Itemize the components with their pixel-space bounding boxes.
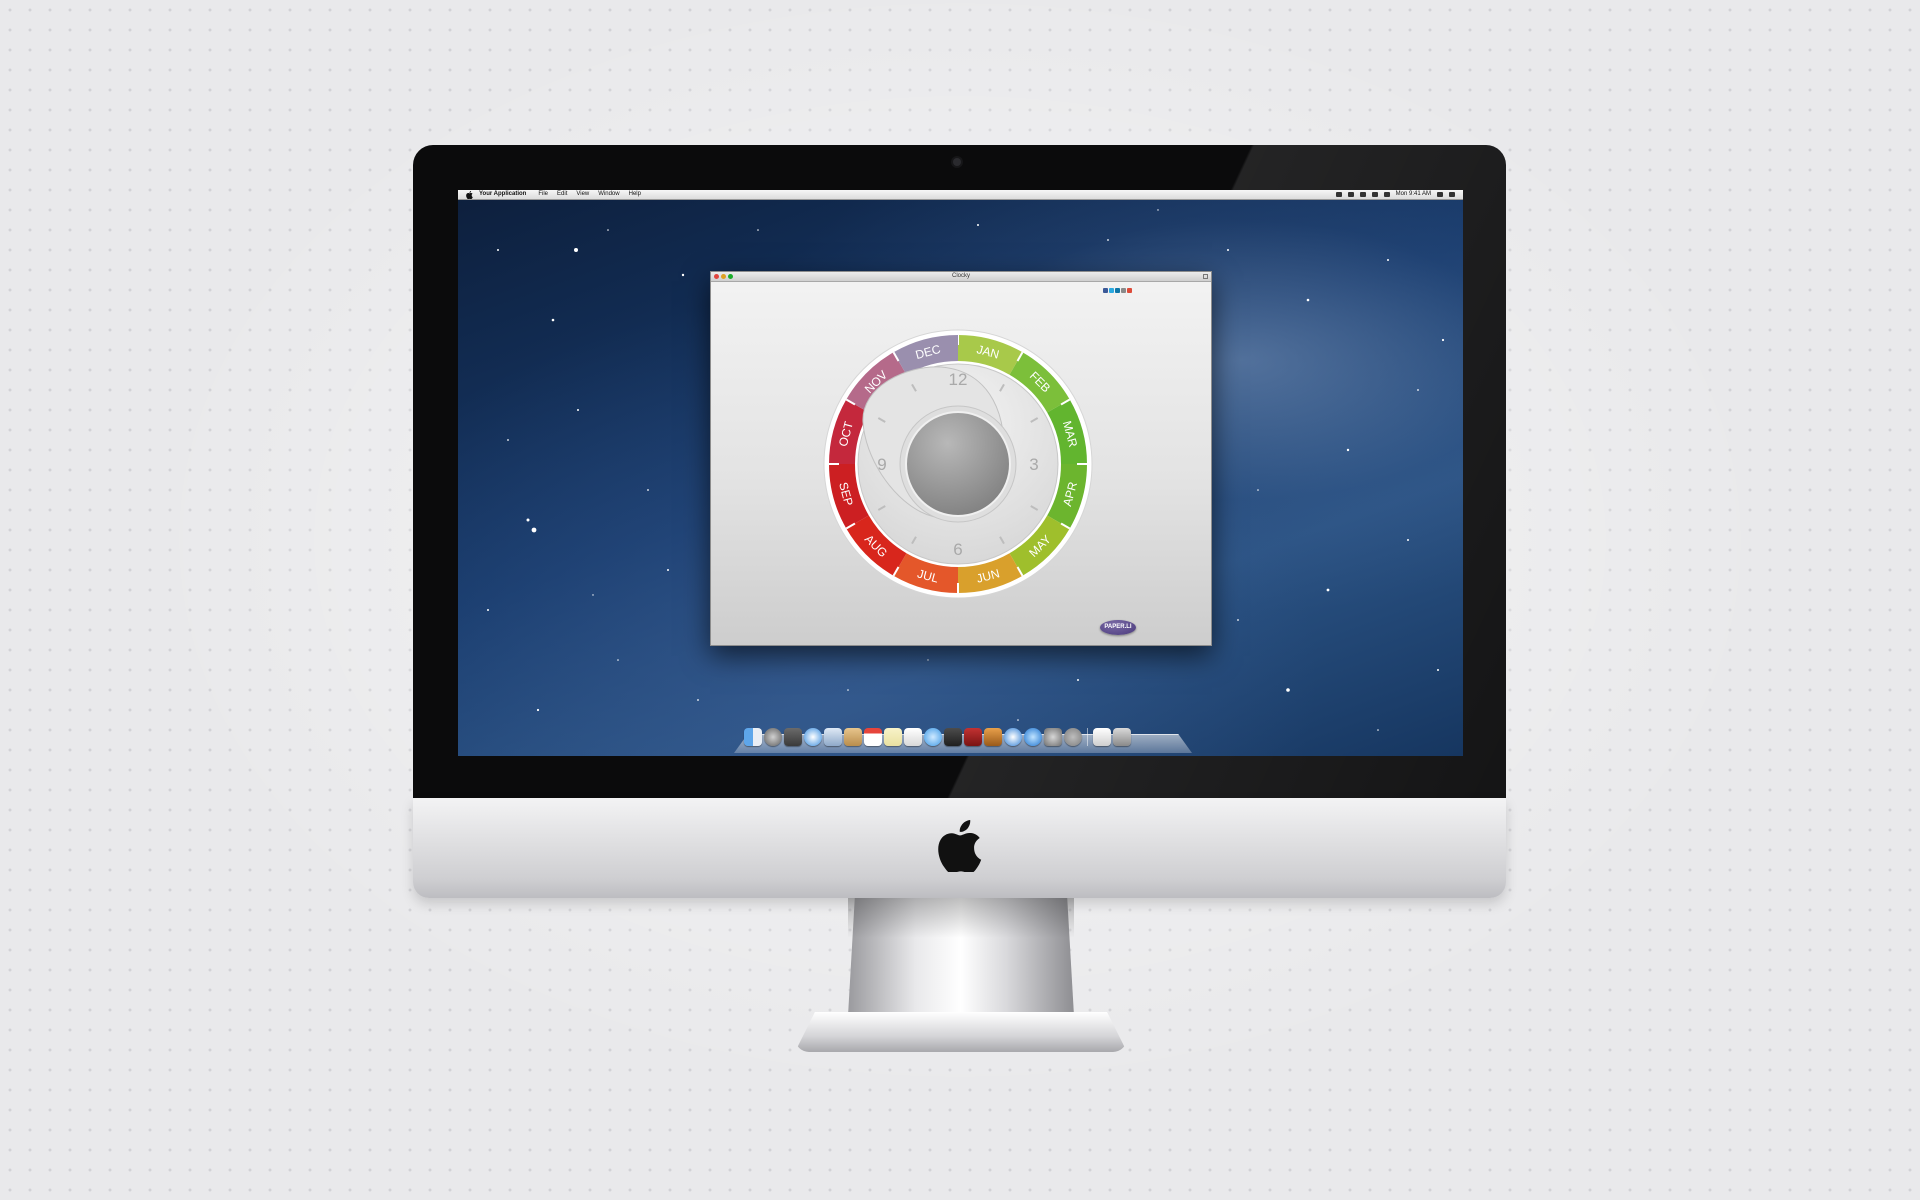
facebook-icon[interactable] — [1103, 288, 1108, 293]
volume-icon[interactable] — [1371, 192, 1378, 197]
hour-label-3: 3 — [1029, 455, 1038, 474]
googleplus-icon[interactable] — [1127, 288, 1132, 293]
wifi-icon[interactable] — [1359, 192, 1366, 197]
itunes-icon[interactable] — [1004, 728, 1022, 746]
document-icon[interactable] — [1093, 728, 1111, 746]
menu-edit[interactable]: Edit — [557, 190, 567, 199]
mission-control-icon[interactable] — [784, 728, 802, 746]
hour-label-12: 12 — [949, 370, 968, 389]
linkedin-icon[interactable] — [1115, 288, 1120, 293]
calendar-icon[interactable] — [864, 728, 882, 746]
notification-center-icon[interactable] — [1449, 192, 1455, 197]
hour-label-6: 6 — [953, 540, 962, 559]
battery-icon[interactable] — [1383, 192, 1390, 197]
menu-app-name[interactable]: Your Application — [479, 190, 526, 199]
menu-help[interactable]: Help — [629, 190, 641, 199]
mail-icon[interactable] — [824, 728, 842, 746]
imac-chin — [413, 798, 1506, 898]
apple-logo-icon — [938, 820, 982, 872]
photo-booth-icon[interactable] — [964, 728, 982, 746]
contacts-icon[interactable] — [844, 728, 862, 746]
time-machine-icon[interactable] — [1335, 192, 1342, 197]
clocky-icon[interactable] — [1064, 728, 1082, 746]
zoom-button[interactable] — [728, 274, 733, 279]
safari-icon[interactable] — [804, 728, 822, 746]
paperli-badge[interactable]: PAPER.LI — [1100, 620, 1136, 635]
app-store-icon[interactable] — [1024, 728, 1042, 746]
apple-menu-icon[interactable] — [466, 190, 473, 199]
minimize-button[interactable] — [721, 274, 726, 279]
trash-icon[interactable] — [1113, 728, 1131, 746]
close-button[interactable] — [714, 274, 719, 279]
messages-icon[interactable] — [924, 728, 942, 746]
window-title: Clocky — [951, 273, 970, 279]
iphoto-icon[interactable] — [984, 728, 1002, 746]
system-preferences-icon[interactable] — [1044, 728, 1062, 746]
dock — [744, 726, 1131, 746]
reminders-icon[interactable] — [904, 728, 922, 746]
hour-label-9: 9 — [877, 455, 886, 474]
notes-icon[interactable] — [884, 728, 902, 746]
finder-icon[interactable] — [744, 728, 762, 746]
facetime-icon[interactable] — [944, 728, 962, 746]
camera-icon — [953, 158, 961, 166]
dock-separator — [1087, 728, 1088, 746]
center-knob[interactable] — [905, 411, 1011, 517]
bluetooth-icon[interactable] — [1347, 192, 1354, 197]
menu-clock[interactable]: Mon 9:41 AM — [1396, 190, 1431, 199]
launchpad-icon[interactable] — [764, 728, 782, 746]
menu-bar: Your Application File Edit View Window H… — [458, 190, 1463, 200]
imac-stand-foot — [795, 1012, 1127, 1052]
menu-view[interactable]: View — [576, 190, 589, 199]
spotlight-icon[interactable] — [1437, 192, 1443, 197]
clocky-window: Clocky 12 3 6 9 JAN FEB MAR APR MAY JUN … — [710, 271, 1212, 646]
stand-shadow — [848, 898, 1074, 938]
twitter-icon[interactable] — [1109, 288, 1114, 293]
fullscreen-icon[interactable] — [1203, 274, 1208, 279]
desktop-screen: Your Application File Edit View Window H… — [458, 190, 1463, 756]
clock-dial[interactable]: 12 3 6 9 JANFEBMARAPRMAYJUNJULAUGSEPOCTN… — [821, 327, 1095, 601]
status-menus: Mon 9:41 AM — [1335, 190, 1463, 199]
menu-file[interactable]: File — [538, 190, 548, 199]
menu-window[interactable]: Window — [598, 190, 619, 199]
email-icon[interactable] — [1121, 288, 1126, 293]
window-titlebar[interactable]: Clocky — [711, 272, 1211, 282]
share-buttons — [1103, 288, 1132, 293]
